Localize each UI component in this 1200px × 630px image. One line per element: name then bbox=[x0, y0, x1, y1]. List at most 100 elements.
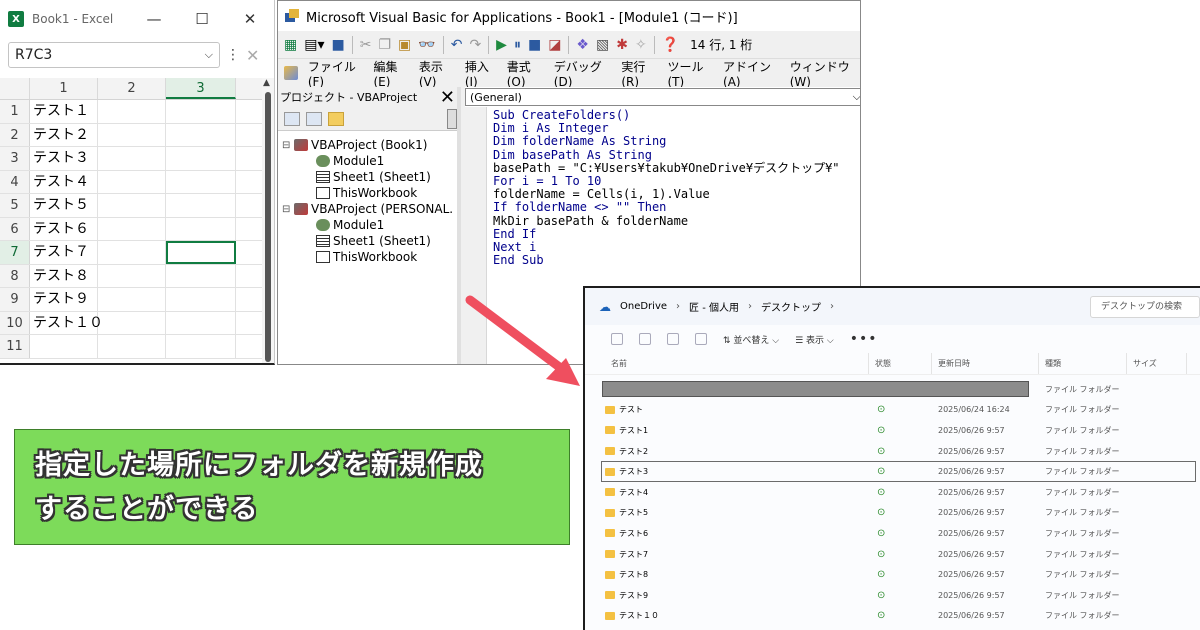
cell[interactable]: テスト５ bbox=[30, 194, 98, 217]
file-row[interactable]: テスト7 ⊙ 2025/06/26 9:57 ファイル フォルダー bbox=[585, 544, 1200, 565]
scroll-up-icon[interactable]: ▲ bbox=[263, 78, 270, 88]
menu-format[interactable]: 書式(O) bbox=[507, 58, 544, 89]
cell[interactable] bbox=[98, 335, 166, 358]
breadcrumb-desktop[interactable]: デスクトップ bbox=[761, 299, 821, 314]
cell[interactable] bbox=[166, 170, 236, 193]
chevron-right-icon[interactable]: › bbox=[830, 301, 834, 312]
cell[interactable] bbox=[30, 335, 98, 358]
view-object-icon[interactable] bbox=[306, 111, 322, 126]
cell[interactable] bbox=[98, 194, 166, 217]
file-row-redacted[interactable]: ファイル フォルダー bbox=[585, 379, 1200, 400]
tree-node-sheet1[interactable]: Sheet1 (Sheet1) bbox=[278, 233, 457, 249]
share-icon[interactable] bbox=[667, 333, 679, 345]
cell[interactable]: テスト１ bbox=[30, 100, 98, 123]
column-header-name[interactable]: 名前 bbox=[585, 353, 869, 374]
object-browser-icon[interactable]: ✱ bbox=[616, 37, 628, 53]
cell[interactable] bbox=[98, 264, 166, 287]
address-bar[interactable]: ☁ OneDrive › 匠 - 個人用 › デスクトップ › デスクトップの検… bbox=[585, 288, 1200, 325]
tree-node-sheet1[interactable]: Sheet1 (Sheet1) bbox=[278, 169, 457, 185]
cell[interactable]: テスト４ bbox=[30, 170, 98, 193]
save-icon[interactable]: ■ bbox=[332, 37, 345, 53]
cell[interactable]: テスト９ bbox=[30, 288, 98, 311]
cell[interactable]: テスト３ bbox=[30, 147, 98, 170]
tree-node-project-personal[interactable]: ⊟ VBAProject (PERSONAL. bbox=[278, 201, 457, 217]
project-explorer-icon[interactable]: ❖ bbox=[576, 37, 589, 53]
breadcrumb-personal[interactable]: 匠 - 個人用 bbox=[689, 299, 739, 314]
cell[interactable] bbox=[98, 241, 166, 264]
vertical-scrollbar[interactable]: ▲ bbox=[262, 78, 274, 363]
row-header[interactable]: 11 bbox=[0, 335, 30, 358]
menu-file[interactable]: ファイル(F) bbox=[308, 58, 364, 89]
row-header[interactable]: 10 bbox=[0, 311, 30, 334]
copy-icon[interactable] bbox=[611, 333, 623, 345]
cell[interactable]: テスト７ bbox=[30, 241, 98, 264]
file-row[interactable]: テスト2 ⊙ 2025/06/26 9:57 ファイル フォルダー bbox=[585, 441, 1200, 462]
cell[interactable]: テスト２ bbox=[30, 123, 98, 146]
file-row[interactable]: テスト１０ ⊙ 2025/06/26 9:57 ファイル フォルダー bbox=[585, 606, 1200, 627]
view-excel-icon[interactable]: ▦ bbox=[284, 37, 297, 53]
redo-icon[interactable]: ↷ bbox=[469, 37, 481, 53]
sheet-grid[interactable]: 1 2 3 1 テスト１ 2 テスト２ 3 テスト３ 4 テスト４ 5 テスト５ 6 テスト６ 7 テスト… bbox=[0, 78, 262, 359]
toolbox-icon[interactable]: ✧ bbox=[635, 37, 647, 53]
chevron-down-icon[interactable]: ⌵ bbox=[853, 90, 860, 104]
row-header[interactable]: 2 bbox=[0, 123, 30, 146]
file-row[interactable]: テスト ⊙ 2025/06/24 16:24 ファイル フォルダー bbox=[585, 400, 1200, 421]
chevron-down-icon[interactable]: ⌵ bbox=[205, 48, 213, 62]
tree-node-thisworkbook[interactable]: ThisWorkbook bbox=[278, 249, 457, 265]
cell[interactable] bbox=[98, 100, 166, 123]
column-header-1[interactable]: 1 bbox=[30, 78, 98, 99]
paste-icon[interactable] bbox=[639, 333, 651, 345]
tree-node-module1[interactable]: Module1 bbox=[278, 153, 457, 169]
row-header[interactable]: 9 bbox=[0, 288, 30, 311]
breadcrumb-onedrive[interactable]: OneDrive bbox=[620, 301, 667, 312]
vbe-menu-icon[interactable] bbox=[284, 66, 298, 80]
file-row[interactable]: テスト8 ⊙ 2025/06/26 9:57 ファイル フォルダー bbox=[585, 564, 1200, 585]
row-header[interactable]: 5 bbox=[0, 194, 30, 217]
view-code-icon[interactable] bbox=[284, 111, 300, 126]
cell[interactable]: テスト６ bbox=[30, 217, 98, 240]
cell[interactable] bbox=[98, 123, 166, 146]
selected-cell[interactable] bbox=[166, 241, 236, 264]
object-combo[interactable]: (General) ⌵ bbox=[465, 88, 860, 106]
row-header[interactable]: 7 bbox=[0, 241, 30, 264]
column-header-3[interactable]: 3 bbox=[166, 78, 236, 99]
file-row[interactable]: テスト9 ⊙ 2025/06/26 9:57 ファイル フォルダー bbox=[585, 585, 1200, 606]
row-header[interactable]: 8 bbox=[0, 264, 30, 287]
cell[interactable] bbox=[98, 288, 166, 311]
row-header[interactable]: 6 bbox=[0, 217, 30, 240]
cut-icon[interactable]: ✂ bbox=[360, 37, 372, 53]
undo-icon[interactable]: ↶ bbox=[451, 37, 463, 53]
menu-insert[interactable]: 挿入(I) bbox=[465, 58, 497, 89]
cell[interactable] bbox=[98, 311, 166, 334]
column-header-size[interactable]: サイズ bbox=[1127, 353, 1187, 374]
copy-icon[interactable]: ❐ bbox=[378, 37, 391, 53]
cell[interactable] bbox=[166, 194, 236, 217]
toggle-folders-icon[interactable] bbox=[328, 111, 344, 126]
tree-node-module1[interactable]: Module1 bbox=[278, 217, 457, 233]
pause-icon[interactable]: ⏸ bbox=[514, 37, 521, 53]
minimize-icon[interactable]: — bbox=[130, 10, 178, 28]
row-header[interactable]: 4 bbox=[0, 170, 30, 193]
project-scrollbar[interactable] bbox=[447, 108, 457, 129]
tree-node-project-book1[interactable]: ⊟ VBAProject (Book1) bbox=[278, 137, 457, 153]
file-row[interactable]: テスト4 ⊙ 2025/06/26 9:57 ファイル フォルダー bbox=[585, 482, 1200, 503]
cell[interactable] bbox=[166, 264, 236, 287]
delete-icon[interactable] bbox=[695, 333, 707, 345]
name-box[interactable]: R7C3 ⌵ bbox=[8, 42, 220, 68]
cancel-entry-icon[interactable]: ✕ bbox=[246, 46, 259, 65]
find-icon[interactable]: 👓 bbox=[418, 37, 435, 53]
file-row[interactable]: テスト5 ⊙ 2025/06/26 9:57 ファイル フォルダー bbox=[585, 503, 1200, 524]
cell[interactable]: テスト１０ bbox=[30, 311, 103, 334]
maximize-icon[interactable]: ☐ bbox=[178, 10, 226, 28]
file-row-selected[interactable]: テスト3 ⊙ 2025/06/26 9:57 ファイル フォルダー bbox=[601, 461, 1196, 482]
menu-debug[interactable]: デバッグ(D) bbox=[554, 58, 612, 89]
column-header-status[interactable]: 状態 bbox=[869, 353, 932, 374]
cell[interactable] bbox=[166, 100, 236, 123]
cell[interactable] bbox=[166, 217, 236, 240]
cell[interactable] bbox=[98, 217, 166, 240]
paste-icon[interactable]: ▣ bbox=[398, 37, 411, 53]
menu-edit[interactable]: 編集(E) bbox=[373, 58, 408, 89]
collapse-icon[interactable]: ⊟ bbox=[282, 204, 294, 215]
stop-icon[interactable]: ■ bbox=[528, 37, 541, 53]
design-mode-icon[interactable]: ◪ bbox=[548, 37, 561, 53]
